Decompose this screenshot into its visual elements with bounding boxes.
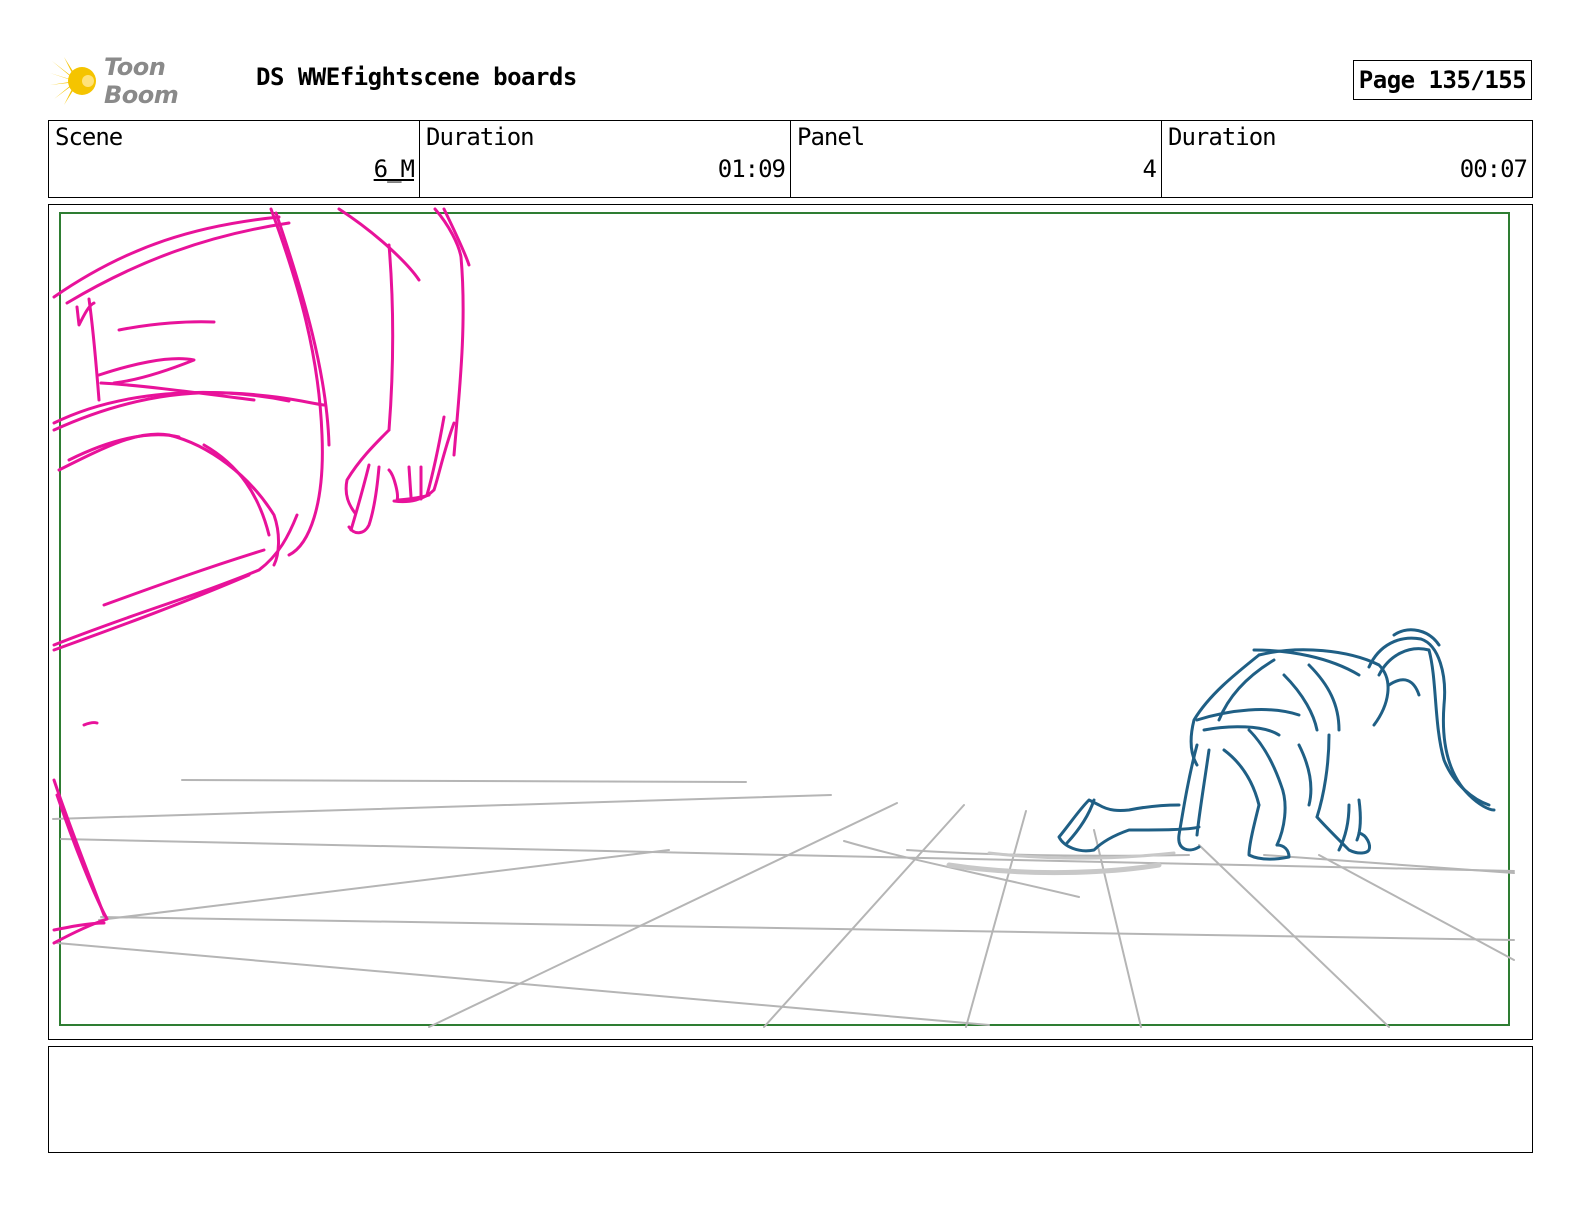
- page-number: Page 135/155: [1353, 60, 1532, 100]
- panel-duration-label: Duration: [1168, 123, 1277, 151]
- panel-value: 4: [1142, 155, 1157, 183]
- blue-character-sketch: [1057, 628, 1496, 861]
- panel-duration-cell: Duration 00:07: [1162, 121, 1532, 197]
- scene-label: Scene: [55, 123, 123, 151]
- caption-area: [48, 1046, 1533, 1153]
- panel-cell: Panel 4: [791, 121, 1162, 197]
- starburst-icon: [50, 57, 96, 105]
- panel-info-row: Scene 6_M Duration 01:09 Panel 4 Duratio…: [48, 120, 1533, 198]
- scene-value: 6_M: [373, 155, 415, 183]
- magenta-character-sketch: [52, 207, 471, 945]
- panel-duration-value: 00:07: [1459, 155, 1528, 183]
- floor-grid: [52, 779, 1515, 1028]
- logo-text: Toon Boom: [104, 53, 179, 109]
- panel-label: Panel: [797, 123, 865, 151]
- storyboard-panel: [48, 204, 1533, 1040]
- scene-duration-cell: Duration 01:09: [420, 121, 791, 197]
- scene-duration-label: Duration: [426, 123, 535, 151]
- panel-drawing: [52, 207, 1515, 1028]
- scene-cell: Scene 6_M: [49, 121, 420, 197]
- document-title: DS WWEfightscene boards: [256, 63, 577, 91]
- toon-boom-logo: Toon Boom: [50, 53, 240, 109]
- safe-frame: [59, 212, 1510, 1026]
- scene-duration-value: 01:09: [717, 155, 786, 183]
